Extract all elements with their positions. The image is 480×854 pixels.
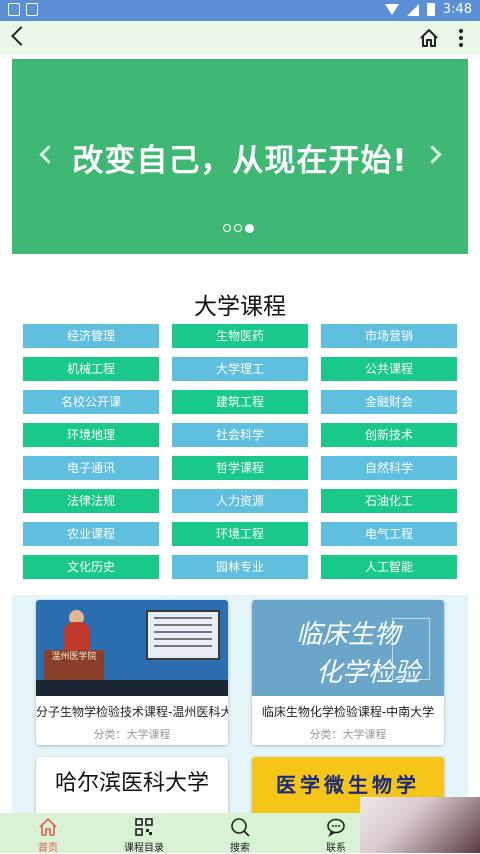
banner-text: 改变自己，从现在开始! [72, 143, 408, 179]
course-thumbnail-text: 医学微生物学 [276, 773, 420, 797]
course-thumbnail: 临床生物 化学检验 [252, 600, 444, 696]
category-chip[interactable]: 哲学课程 [172, 456, 308, 480]
nav-home[interactable]: 首页 [0, 813, 96, 854]
category-chip[interactable]: 市场营销 [321, 324, 457, 348]
carousel-dot[interactable] [223, 224, 231, 232]
course-card[interactable]: 哈尔滨医科大学 [36, 757, 228, 815]
app-bar [0, 21, 480, 55]
course-thumbnail-text: 哈尔滨医科大学 [54, 771, 209, 796]
section-title: 大学课程 [194, 294, 286, 320]
nav-catalog-label: 课程目录 [124, 843, 164, 854]
course-card[interactable]: 温州医学院 分子生物学检验技术课程-温州医科大 分类：大学课程 [36, 600, 228, 745]
category-chip[interactable]: 法律法规 [23, 489, 159, 513]
nav-search[interactable]: 搜索 [192, 813, 288, 854]
thumbnail-title-line2: 化学检验 [315, 658, 420, 688]
category-chip[interactable]: 人力资源 [172, 489, 308, 513]
category-chip[interactable]: 自然科学 [321, 456, 457, 480]
nav-search-label: 搜索 [230, 843, 250, 854]
category-chip[interactable]: 文化历史 [23, 555, 159, 579]
course-category: 分类：大学课程 [93, 728, 171, 741]
search-icon [231, 818, 250, 837]
podium-sign: 温州医学院 [44, 650, 104, 684]
course-title: 临床生物化学检验课程-中南大学 [261, 705, 435, 719]
back-arrow-icon[interactable] [11, 26, 31, 46]
wifi-icon [384, 4, 399, 15]
floating-overlay [360, 797, 480, 853]
category-chip[interactable]: 经济管理 [23, 324, 159, 348]
nav-home-label: 首页 [38, 843, 58, 854]
image-notification-icon [26, 3, 38, 16]
category-chip[interactable]: 大学理工 [172, 357, 308, 381]
category-chip[interactable]: 生物医药 [172, 324, 308, 348]
category-chip[interactable]: 人工智能 [321, 555, 457, 579]
banner-carousel[interactable]: 改变自己，从现在开始! [12, 59, 468, 254]
category-chip[interactable]: 石油化工 [321, 489, 457, 513]
category-chip[interactable]: 金融财会 [321, 390, 457, 414]
nav-catalog[interactable]: 课程目录 [96, 813, 192, 854]
category-chip[interactable]: 创新技术 [321, 423, 457, 447]
category-chip[interactable]: 环境工程 [172, 522, 308, 546]
carousel-dot[interactable] [234, 224, 242, 232]
category-grid: 经济管理 生物医药 市场营销机械工程 大学理工 公共课程名校公开课 建筑工程 金融财会环境地… [23, 324, 457, 579]
carousel-dot-active[interactable] [245, 224, 254, 233]
notification-icon [8, 3, 20, 16]
thumbnail-title-line1: 临床生物 [295, 620, 400, 650]
battery-icon [426, 3, 435, 16]
course-title: 分子生物学检验技术课程-温州医科大 [36, 705, 228, 719]
category-chip[interactable]: 电气工程 [321, 522, 457, 546]
category-chip[interactable]: 社会科学 [172, 423, 308, 447]
category-chip[interactable]: 农业课程 [23, 522, 159, 546]
more-menu-icon[interactable] [456, 27, 466, 49]
category-chip[interactable]: 名校公开课 [23, 390, 159, 414]
home-icon[interactable] [419, 28, 439, 48]
category-chip[interactable]: 公共课程 [321, 357, 457, 381]
course-card-list: 温州医学院 分子生物学检验技术课程-温州医科大 分类：大学课程 临床生物 化学检… [12, 595, 468, 815]
course-category: 分类：大学课程 [309, 728, 387, 741]
category-chip[interactable]: 园林专业 [172, 555, 308, 579]
category-chip[interactable]: 建筑工程 [172, 390, 308, 414]
category-chip[interactable]: 机械工程 [23, 357, 159, 381]
qr-code-icon [135, 818, 153, 836]
carousel-indicator [223, 224, 254, 233]
status-time: 3:48 [442, 2, 472, 17]
status-bar: 3:48 [0, 0, 480, 21]
signal-icon [406, 3, 419, 16]
course-thumbnail: 温州医学院 [36, 600, 228, 696]
category-chip[interactable]: 环境地理 [23, 423, 159, 447]
home-icon [39, 818, 57, 836]
chat-bubble-icon [327, 818, 345, 837]
course-card[interactable]: 临床生物 化学检验 临床生物化学检验课程-中南大学 分类：大学课程 [252, 600, 444, 745]
category-chip[interactable]: 电子通讯 [23, 456, 159, 480]
